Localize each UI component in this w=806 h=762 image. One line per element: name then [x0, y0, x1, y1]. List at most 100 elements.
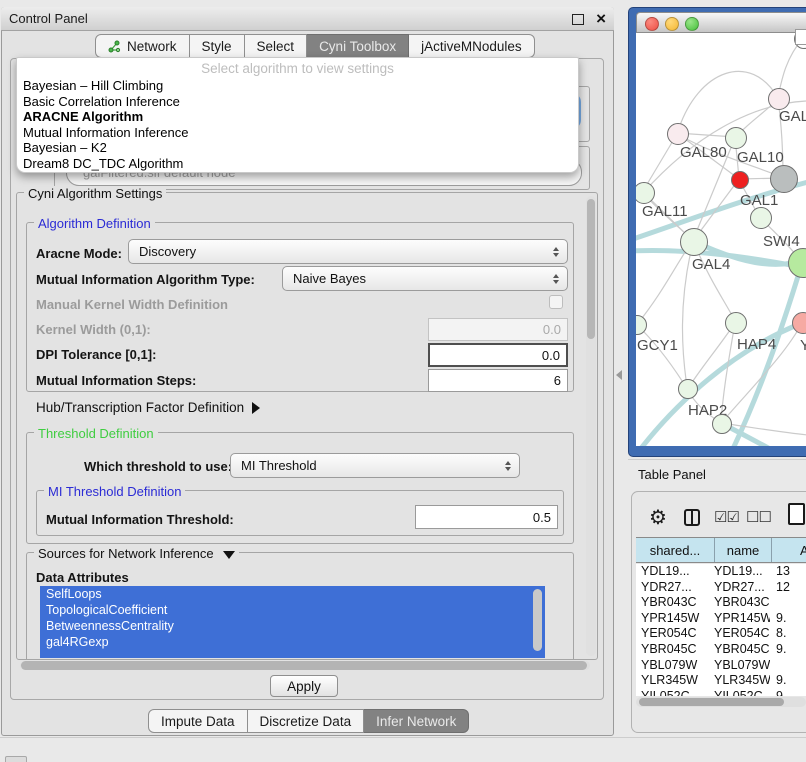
tab-cyni-toolbox[interactable]: Cyni Toolbox [307, 34, 409, 58]
network-node[interactable] [680, 228, 708, 256]
select-all-columns-icon[interactable]: ☑☑ [714, 508, 739, 526]
apply-button-label: Apply [287, 679, 321, 694]
manual-kernel-width-checkbox[interactable] [549, 295, 563, 309]
aracne-mode-combo[interactable]: Discovery [128, 239, 568, 264]
settings-hscrollbar[interactable] [20, 661, 590, 670]
close-icon[interactable]: × [596, 8, 606, 30]
tab-select-label: Select [257, 39, 295, 54]
apply-button[interactable]: Apply [270, 675, 338, 697]
settings-scrollbar-thumb[interactable] [587, 199, 595, 339]
table-row[interactable]: YER054CYER054C8. [636, 626, 806, 642]
dropdown-item[interactable]: Bayesian – K2 [23, 140, 572, 156]
sources-title: Sources for Network Inference [38, 546, 214, 561]
tab-select[interactable]: Select [245, 34, 308, 58]
settings-scrollbar[interactable] [586, 196, 596, 656]
network-node[interactable] [792, 312, 806, 334]
network-node[interactable] [788, 248, 806, 278]
column-header-name[interactable]: name [715, 538, 772, 562]
deselect-all-columns-icon[interactable]: ☐☐ [746, 508, 771, 526]
list-item[interactable]: SelfLoops [40, 586, 545, 602]
file-icon[interactable] [788, 503, 805, 525]
table-header: shared... name A [636, 537, 806, 563]
network-node[interactable] [731, 171, 749, 189]
settings-hscrollbar-thumb[interactable] [21, 661, 587, 670]
hub-definition-expander[interactable]: Hub/Transcription Factor Definition [36, 400, 260, 415]
table-hscrollbar[interactable] [636, 697, 806, 707]
network-node[interactable] [725, 312, 747, 334]
collapse-panel-button[interactable] [5, 756, 27, 762]
traffic-light-zoom-icon[interactable] [685, 17, 699, 31]
kernel-width-label: Kernel Width (0,1): [36, 322, 151, 337]
dpi-tolerance-label: DPI Tolerance [0,1]: [36, 347, 156, 362]
list-scrollbar-thumb[interactable] [533, 589, 542, 651]
network-node[interactable] [768, 88, 790, 110]
table-row[interactable]: YIL052CYIL052C9 [636, 689, 806, 696]
list-item[interactable]: BetweennessCentrality [40, 618, 545, 634]
columns-icon[interactable] [684, 509, 700, 526]
which-threshold-combo[interactable]: MI Threshold [230, 453, 520, 478]
tab-impute-data[interactable]: Impute Data [148, 709, 248, 733]
network-node[interactable] [667, 123, 689, 145]
cyni-bottom-tabs: Impute Data Discretize Data Infer Networ… [148, 709, 469, 731]
table-row[interactable]: YBL079WYBL079W [636, 658, 806, 674]
network-canvas[interactable]: GALGAL80GAL10GAL1GAL11SWI4GAL4GCY1HAP4YH… [636, 33, 806, 446]
tab-style[interactable]: Style [190, 34, 245, 58]
node-label: SWI4 [763, 233, 800, 250]
table-hscrollbar-thumb[interactable] [639, 698, 784, 706]
dropdown-item-selected[interactable]: ARACNE Algorithm [23, 109, 572, 125]
mi-algorithm-type-combo[interactable]: Naive Bayes [282, 266, 568, 291]
table-row[interactable]: YBR045CYBR045C9. [636, 642, 806, 658]
network-node[interactable] [725, 127, 747, 149]
data-attributes-list[interactable]: SelfLoops TopologicalCoefficient Between… [40, 586, 545, 658]
table-row[interactable]: YBR043CYBR043C [636, 595, 806, 611]
network-node[interactable] [770, 165, 798, 193]
tab-discretize-data[interactable]: Discretize Data [248, 709, 365, 733]
node-label: GAL [779, 108, 806, 125]
control-panel-titlebar[interactable]: Control Panel × [1, 7, 614, 31]
table-panel-divider [628, 459, 806, 460]
list-item-partial[interactable] [40, 650, 545, 658]
gear-icon[interactable]: ⚙ [649, 505, 667, 530]
table-row[interactable]: YDR27...YDR27...12 [636, 580, 806, 596]
table-row[interactable]: YLR345WYLR345W9. [636, 673, 806, 689]
dpi-tolerance-field[interactable]: 0.0 [428, 343, 568, 367]
node-label: GAL10 [737, 149, 784, 166]
column-header-shared-name[interactable]: shared... [636, 538, 715, 562]
network-node[interactable] [636, 315, 647, 335]
control-panel-title: Control Panel [9, 11, 88, 26]
mi-steps-field[interactable]: 6 [428, 369, 568, 392]
panel-resize-handle-icon[interactable] [616, 370, 622, 380]
mi-threshold-field[interactable]: 0.5 [415, 505, 558, 529]
network-node[interactable] [678, 379, 698, 399]
network-node[interactable] [750, 207, 772, 229]
table-cell: YDL19... [636, 564, 714, 580]
network-node[interactable] [712, 414, 732, 434]
tab-network[interactable]: Network [95, 34, 190, 58]
table-body[interactable]: YDL19...YDL19...13YDR27...YDR27...12YBR0… [636, 564, 806, 696]
table-cell: 9. [770, 673, 806, 689]
table-row[interactable]: YDL19...YDL19...13 [636, 564, 806, 580]
float-window-icon[interactable] [572, 14, 584, 25]
node-label: GAL4 [692, 256, 730, 273]
column-header-partial[interactable]: A [772, 538, 806, 562]
dropdown-item[interactable]: Dream8 DC_TDC Algorithm [23, 156, 572, 172]
list-item[interactable]: gal4RGexp [40, 634, 545, 650]
node-label: Y [800, 337, 806, 354]
table-row[interactable]: YPR145WYPR145W9. [636, 611, 806, 627]
traffic-light-close-icon[interactable] [645, 17, 659, 31]
table-cell: 9. [770, 642, 806, 658]
network-view-titlebar[interactable] [636, 12, 806, 33]
dropdown-item[interactable]: Mutual Information Inference [23, 125, 572, 141]
tab-infer-network[interactable]: Infer Network [364, 709, 469, 733]
kernel-width-field[interactable]: 0.0 [428, 318, 568, 341]
dropdown-item[interactable]: Bayesian – Hill Climbing [23, 78, 572, 94]
table-panel-title: Table Panel [638, 467, 706, 482]
network-node[interactable] [636, 182, 655, 204]
dropdown-item[interactable]: Basic Correlation Inference [23, 94, 572, 110]
table-cell: YPR145W [714, 611, 770, 627]
hub-definition-label: Hub/Transcription Factor Definition [36, 400, 244, 415]
sources-title-wrap[interactable]: Sources for Network Inference [34, 546, 239, 561]
list-item[interactable]: TopologicalCoefficient [40, 602, 545, 618]
traffic-light-minimize-icon[interactable] [665, 17, 679, 31]
tab-jactivemnodules[interactable]: jActiveMNodules [409, 34, 535, 58]
